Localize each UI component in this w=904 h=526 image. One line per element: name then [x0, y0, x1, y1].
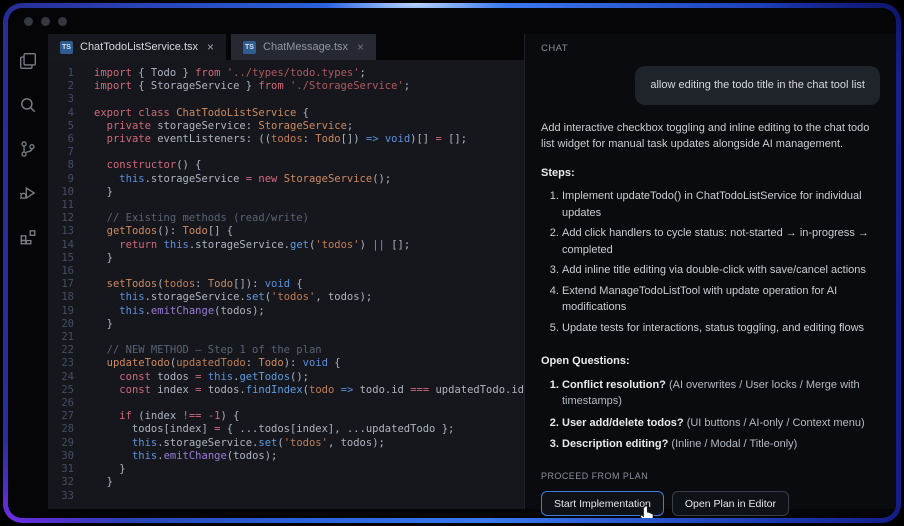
- window-control-minimize[interactable]: [41, 17, 50, 26]
- code-line: 1import { Todo } from '../types/todo.typ…: [48, 67, 524, 80]
- step-item: Update tests for interactions, status to…: [562, 320, 880, 337]
- files-icon[interactable]: [19, 52, 37, 70]
- assistant-intro: Add interactive checkbox toggling and in…: [541, 120, 880, 153]
- code-line: 18 this.storageService.set('todos', todo…: [48, 291, 524, 304]
- chat-panel-title: CHAT: [541, 42, 880, 56]
- code-line: 15 }: [48, 252, 524, 265]
- question-item: User add/delete todos? (UI buttons / AI-…: [562, 415, 880, 432]
- step-item: Extend ManageTodoListTool with update op…: [562, 283, 880, 316]
- code-line: 31 }: [48, 463, 524, 476]
- code-line: 23 updateTodo(updatedTodo: Todo): void {: [48, 357, 524, 370]
- code-line: 2import { StorageService } from './Stora…: [48, 80, 524, 93]
- questions-heading: Open Questions:: [541, 353, 880, 370]
- code-line: 3: [48, 93, 524, 106]
- step-item: Add click handlers to cycle status: not-…: [562, 225, 880, 258]
- titlebar: [8, 8, 896, 34]
- question-item: Description editing? (Inline / Modal / T…: [562, 436, 880, 453]
- app-window: TS ChatTodoListService.tsx × TS ChatMess…: [8, 8, 896, 518]
- code-line: 10 }: [48, 186, 524, 199]
- run-debug-icon[interactable]: [19, 184, 37, 202]
- tab-close-icon[interactable]: ×: [207, 40, 214, 54]
- tab-chatmessage[interactable]: TS ChatMessage.tsx ×: [231, 34, 376, 60]
- source-control-icon[interactable]: [19, 140, 37, 158]
- code-line: 29 this.storageService.set('todos', todo…: [48, 437, 524, 450]
- start-implementation-button[interactable]: Start Implementation: [541, 491, 664, 516]
- main-content: TS ChatTodoListService.tsx × TS ChatMess…: [8, 34, 896, 518]
- code-line: 28 todos[index] = { ...todos[index], ...…: [48, 423, 524, 436]
- extensions-icon[interactable]: [19, 228, 37, 246]
- code-line: 9 this.storageService = new StorageServi…: [48, 173, 524, 186]
- code-line: 25 const index = todos.findIndex(todo =>…: [48, 384, 524, 397]
- steps-heading: Steps:: [541, 165, 880, 182]
- search-icon[interactable]: [19, 96, 37, 114]
- code-line: 16: [48, 265, 524, 278]
- typescript-file-icon: TS: [243, 41, 256, 54]
- code-line: 8 constructor() {: [48, 159, 524, 172]
- tab-label: ChatTodoListService.tsx: [80, 41, 198, 53]
- code-line: 24 const todos = this.getTodos();: [48, 371, 524, 384]
- code-line: 22 // NEW METHOD — Step 1 of the plan: [48, 344, 524, 357]
- code-line: 19 this.emitChange(todos);: [48, 305, 524, 318]
- question-item: Conflict resolution? (AI overwrites / Us…: [562, 377, 880, 410]
- code-line: 12 // Existing methods (read/write): [48, 212, 524, 225]
- code-line: 30 this.emitChange(todos);: [48, 450, 524, 463]
- steps-list: Implement updateTodo() in ChatTodoListSe…: [541, 188, 880, 340]
- plan-action-buttons: Start Implementation Open Plan in Editor: [541, 491, 880, 516]
- chat-panel: CHAT allow editing the todo title in the…: [524, 34, 896, 509]
- questions-list: Conflict resolution? (AI overwrites / Us…: [541, 377, 880, 458]
- code-line: 11: [48, 199, 524, 212]
- code-editor[interactable]: 1import { Todo } from '../types/todo.typ…: [48, 60, 524, 509]
- typescript-file-icon: TS: [60, 41, 73, 54]
- window-frame: TS ChatTodoListService.tsx × TS ChatMess…: [3, 3, 901, 523]
- editor-column: TS ChatTodoListService.tsx × TS ChatMess…: [48, 34, 524, 509]
- tab-chattodolistservice[interactable]: TS ChatTodoListService.tsx ×: [48, 34, 226, 60]
- tab-label: ChatMessage.tsx: [263, 41, 348, 53]
- step-item: Add inline title editing via double-clic…: [562, 262, 880, 279]
- code-line: 21: [48, 331, 524, 344]
- user-message-bubble: allow editing the todo title in the chat…: [635, 66, 880, 105]
- tab-bar: TS ChatTodoListService.tsx × TS ChatMess…: [48, 34, 524, 60]
- code-line: 32 }: [48, 476, 524, 489]
- code-line: 27 if (index !== -1) {: [48, 410, 524, 423]
- code-line: 33: [48, 490, 524, 503]
- code-line: 5 private storageService: StorageService…: [48, 120, 524, 133]
- window-control-close[interactable]: [24, 17, 33, 26]
- code-line: 17 setTodos(todos: Todo[]): void {: [48, 278, 524, 291]
- code-line: 13 getTodos(): Todo[] {: [48, 225, 524, 238]
- activity-bar: [8, 34, 48, 509]
- code-line: 20 }: [48, 318, 524, 331]
- tab-close-icon[interactable]: ×: [357, 40, 364, 54]
- code-line: 4export class ChatTodoListService {: [48, 107, 524, 120]
- code-line: 6 private eventListeners: ((todos: Todo[…: [48, 133, 524, 146]
- code-line: 14 return this.storageService.get('todos…: [48, 239, 524, 252]
- code-lines: 1import { Todo } from '../types/todo.typ…: [48, 67, 524, 503]
- open-plan-in-editor-button[interactable]: Open Plan in Editor: [672, 491, 789, 516]
- proceed-from-plan-label: PROCEED FROM PLAN: [541, 470, 880, 484]
- window-control-maximize[interactable]: [58, 17, 67, 26]
- code-line: 7: [48, 146, 524, 159]
- step-item: Implement updateTodo() in ChatTodoListSe…: [562, 188, 880, 221]
- code-line: 26: [48, 397, 524, 410]
